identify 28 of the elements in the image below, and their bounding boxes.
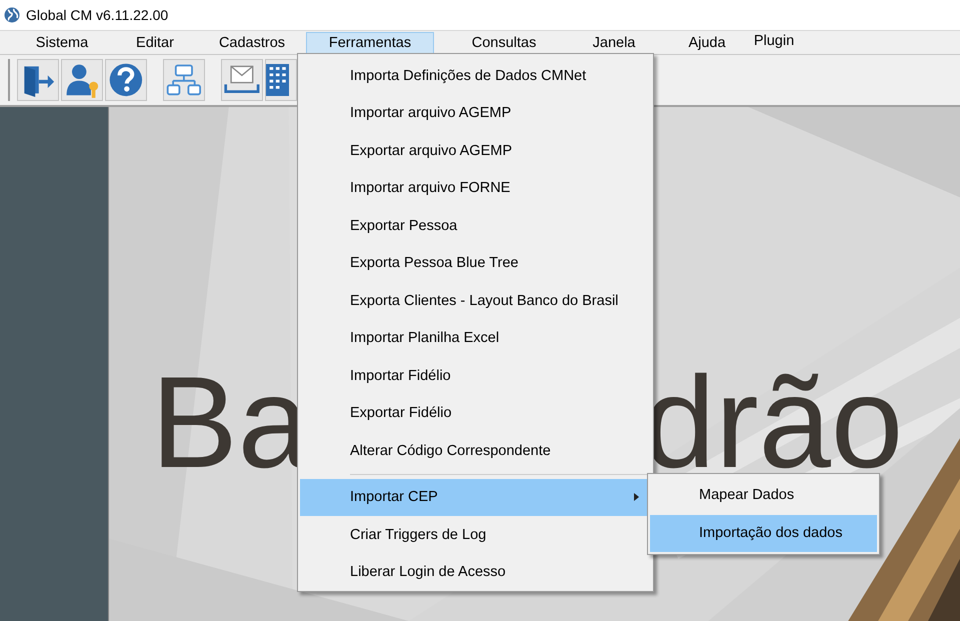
- submenu-arrow-icon: [634, 493, 639, 502]
- toolbar-button[interactable]: [265, 59, 297, 101]
- building-icon: [266, 64, 290, 96]
- menu-item[interactable]: Editar: [112, 32, 198, 54]
- help-icon: [107, 61, 145, 99]
- toolbar-button[interactable]: [105, 59, 147, 101]
- menu-item[interactable]: Consultas: [444, 32, 564, 54]
- menu-item[interactable]: Cadastros: [198, 32, 306, 54]
- toolbar-button[interactable]: [61, 59, 103, 101]
- menu-item[interactable]: Janela: [564, 32, 664, 54]
- toolbar-button[interactable]: [163, 59, 205, 101]
- menu-option[interactable]: Importar arquivo AGEMP: [300, 94, 651, 132]
- menu-option[interactable]: Importar Planilha Excel: [300, 320, 651, 357]
- toolbar-button[interactable]: [17, 59, 59, 101]
- menu-option[interactable]: Importar arquivo FORNE: [300, 170, 651, 207]
- menu-option[interactable]: Importação dos dados: [650, 514, 877, 552]
- menu-option[interactable]: Exportar arquivo AGEMP: [300, 132, 651, 170]
- window-title: Global CM v6.11.22.00: [26, 7, 168, 23]
- menu-option[interactable]: Liberar Login de Acesso: [300, 554, 651, 591]
- menu-option[interactable]: Exportar Pessoa: [300, 207, 651, 244]
- menu-option[interactable]: Exporta Pessoa Blue Tree: [300, 244, 651, 282]
- menu-option[interactable]: Criar Triggers de Log: [300, 516, 651, 554]
- toolbar-grip[interactable]: [8, 59, 13, 101]
- menu-option[interactable]: Exporta Clientes - Layout Banco do Brasil: [300, 282, 651, 320]
- globe-icon: [4, 7, 20, 23]
- menu-item[interactable]: Ferramentas: [306, 32, 434, 54]
- toolbar-button[interactable]: [221, 59, 263, 101]
- menu-item[interactable]: Sistema: [18, 32, 106, 54]
